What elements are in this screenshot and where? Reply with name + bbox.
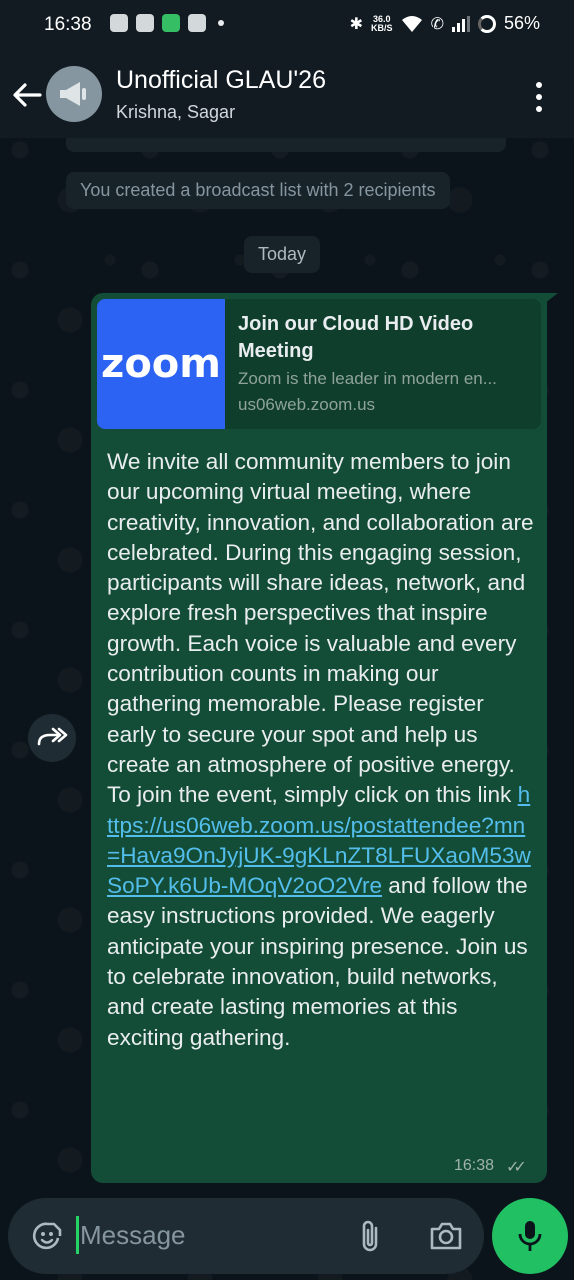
message-body-part1: We invite all community members to join … — [107, 449, 534, 808]
previous-message-edge — [66, 138, 506, 152]
notification-icons — [110, 14, 224, 32]
text-cursor — [76, 1216, 79, 1254]
link-preview-domain: us06web.zoom.us — [238, 395, 376, 414]
attach-clip-icon[interactable] — [356, 1218, 386, 1254]
status-time: 16:38 — [44, 14, 92, 35]
bluetooth-icon: ✱ — [349, 15, 364, 33]
chat-recipients[interactable]: Krishna, Sagar — [116, 102, 235, 123]
battery-percent: 56% — [503, 13, 540, 33]
link-preview-card[interactable]: zoom Join our Cloud HD Video Meeting Zoo… — [97, 299, 541, 429]
zoom-logo-text: zoom — [101, 341, 221, 387]
signal-icon — [451, 15, 470, 32]
more-notifications-icon — [218, 20, 224, 26]
message-composer — [8, 1198, 484, 1274]
zoom-logo: zoom — [97, 299, 225, 429]
message-body-part2: and follow the easy instructions provide… — [107, 873, 528, 1050]
network-speed-unit: KB/S — [371, 22, 393, 33]
status-bar: 16:38 ✱ 36.0 KB/S ✆ 56% — [0, 0, 574, 52]
instagram-icon — [136, 14, 154, 32]
link-preview-title: Join our Cloud HD Video Meeting — [238, 313, 474, 362]
chat-title[interactable]: Unofficial GLAU'26 — [116, 66, 326, 95]
forward-icon — [37, 727, 68, 746]
more-vert-icon[interactable] — [534, 82, 544, 112]
megaphone-icon — [60, 82, 86, 106]
message-text: We invite all community members to join … — [107, 447, 535, 1053]
network-speed: 36.0 KB/S — [371, 14, 393, 33]
voice-message-button[interactable] — [492, 1198, 568, 1274]
app-notification-icon — [162, 14, 180, 32]
message-timestamp: 16:38 — [454, 1157, 495, 1174]
wifi-calling-icon: ✆ — [430, 15, 444, 33]
snapchat-icon — [110, 14, 128, 32]
youtube-icon — [188, 14, 206, 32]
back-arrow-icon[interactable] — [10, 78, 44, 112]
broadcast-avatar[interactable] — [46, 66, 102, 122]
emoji-sticker-icon[interactable] — [32, 1220, 64, 1252]
double-check-icon: ✓✓ — [506, 1159, 527, 1176]
wifi-icon — [401, 15, 422, 32]
camera-icon[interactable] — [428, 1218, 464, 1254]
forward-button[interactable] — [28, 714, 76, 762]
chat-header: Unofficial GLAU'26 Krishna, Sagar — [0, 52, 574, 138]
broadcast-created-notice: You created a broadcast list with 2 reci… — [66, 172, 450, 209]
battery-icon — [477, 14, 496, 33]
system-status-icons: ✱ 36.0 KB/S ✆ 56% — [350, 13, 540, 34]
message-input[interactable] — [80, 1214, 330, 1256]
link-preview-description: Zoom is the leader in modern en... — [238, 369, 497, 388]
mic-icon — [518, 1221, 542, 1251]
date-divider: Today — [244, 236, 321, 273]
